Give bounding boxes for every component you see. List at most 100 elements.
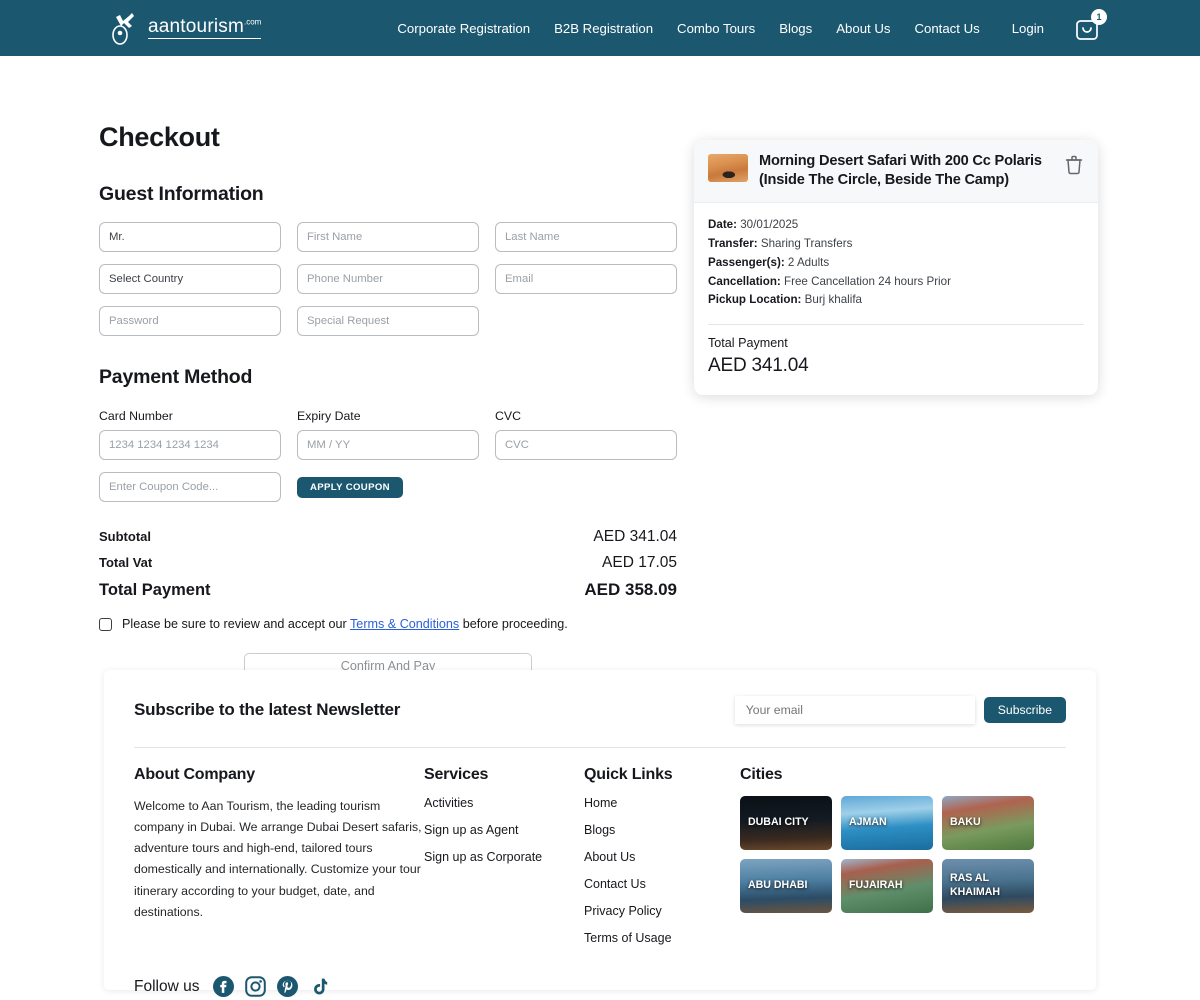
follow-us-section: Follow us — [134, 976, 1066, 997]
subtotal-value: AED 341.04 — [593, 528, 677, 545]
totals-row-total-payment: Total Payment AED 358.09 — [99, 580, 677, 600]
services-link-sign-up-as-corporate[interactable]: Sign up as Corporate — [424, 850, 584, 864]
booking-detail-cancellation: Cancellation: Free Cancellation 24 hours… — [708, 274, 951, 288]
cvc-label: CVC — [495, 409, 521, 423]
booking-total-label: Total Payment — [708, 336, 788, 351]
payment-field-labels: Card Number Expiry Date CVC — [99, 409, 679, 423]
footer-column-services: Services Activities Sign up as Agent Sig… — [424, 766, 584, 958]
city-label: AJMAN — [849, 816, 887, 829]
nav-item-combo-tours[interactable]: Combo Tours — [677, 21, 755, 36]
facebook-icon[interactable] — [213, 976, 235, 997]
site-logo[interactable]: aantourism.com — [110, 8, 262, 48]
instagram-icon[interactable] — [245, 976, 267, 997]
first-name-input[interactable]: First Name — [297, 222, 479, 252]
trash-icon — [1065, 155, 1083, 175]
footer-divider — [134, 747, 1066, 748]
title-select[interactable]: Mr. — [99, 222, 281, 252]
newsletter-email-input[interactable] — [734, 696, 975, 724]
city-tile-baku[interactable]: BAKU — [942, 796, 1034, 850]
subtotal-label: Subtotal — [99, 529, 151, 544]
cart-count-badge: 1 — [1091, 9, 1107, 25]
terms-text: Please be sure to review and accept our … — [122, 617, 568, 631]
booking-detail-pickup-location: Pickup Location: Burj khalifa — [708, 293, 862, 307]
services-link-sign-up-as-agent[interactable]: Sign up as Agent — [424, 823, 584, 837]
nav-item-corporate-registration[interactable]: Corporate Registration — [397, 21, 530, 36]
city-label: DUBAI CITY — [748, 816, 809, 829]
tiktok-icon[interactable] — [309, 976, 330, 997]
city-tile-dubai-city[interactable]: DUBAI CITY — [740, 796, 832, 850]
city-tile-ajman[interactable]: AJMAN — [841, 796, 933, 850]
terms-checkbox[interactable] — [99, 617, 112, 631]
quick-link-home[interactable]: Home — [584, 796, 740, 810]
pinterest-icon[interactable] — [277, 976, 299, 997]
cities-heading: Cities — [740, 766, 783, 783]
last-name-input[interactable]: Last Name — [495, 222, 677, 252]
city-tile-ras-al-khaimah[interactable]: RAS AL KHAIMAH — [942, 859, 1034, 913]
nav-item-contact-us[interactable]: Contact Us — [914, 21, 979, 36]
coupon-code-input[interactable]: Enter Coupon Code... — [99, 472, 281, 502]
totals-row-subtotal: Subtotal AED 341.04 — [99, 528, 677, 546]
apply-coupon-button[interactable]: APPLY COUPON — [297, 476, 403, 498]
services-link-activities[interactable]: Activities — [424, 796, 584, 810]
city-label: ABU DHABI — [748, 879, 808, 892]
payment-form: 1234 1234 1234 1234 MM / YY CVC — [99, 430, 679, 460]
nav-item-b2b-registration[interactable]: B2B Registration — [554, 21, 653, 36]
total-payment-value: AED 358.09 — [584, 580, 677, 599]
nav-item-about-us[interactable]: About Us — [836, 21, 890, 36]
quick-links-heading: Quick Links — [584, 766, 673, 783]
terms-and-conditions-link[interactable]: Terms & Conditions — [350, 617, 459, 631]
logo-wordmark: aantourism.com — [148, 16, 262, 39]
about-company-heading: About Company — [134, 766, 255, 783]
main-navigation: Corporate Registration B2B Registration … — [397, 9, 1107, 42]
newsletter-subscribe-button[interactable]: Subscribe — [983, 697, 1066, 723]
order-totals: Subtotal AED 341.04 Total Vat AED 17.05 … — [99, 528, 677, 600]
guest-information-heading: Guest Information — [99, 183, 264, 205]
cities-grid: DUBAI CITY AJMAN BAKU ABU DHABI FUJAIRAH… — [740, 796, 1066, 913]
total-vat-label: Total Vat — [99, 555, 153, 570]
booking-detail-date: Date: 30/01/2025 — [708, 218, 799, 232]
booking-summary-card: Morning Desert Safari With 200 Cc Polari… — [694, 140, 1098, 396]
quick-link-terms-of-usage[interactable]: Terms of Usage — [584, 931, 740, 945]
country-select[interactable]: Select Country — [99, 264, 281, 294]
quick-link-blogs[interactable]: Blogs — [584, 823, 740, 837]
booking-total-value: AED 341.04 — [708, 355, 809, 377]
booking-card-divider — [708, 324, 1084, 326]
login-link[interactable]: Login — [1012, 21, 1044, 36]
footer-column-quick-links: Quick Links Home Blogs About Us Contact … — [584, 766, 740, 958]
tour-title: Morning Desert Safari With 200 Cc Polari… — [759, 153, 1042, 188]
logo-mark-icon — [110, 10, 144, 46]
card-number-input[interactable]: 1234 1234 1234 1234 — [99, 430, 281, 460]
delete-booking-button[interactable] — [1062, 152, 1086, 176]
city-label: FUJAIRAH — [849, 879, 903, 892]
total-vat-value: AED 17.05 — [602, 554, 677, 571]
terms-suffix: before proceeding. — [462, 617, 568, 631]
guest-information-form: Mr. First Name Last Name Select Country … — [99, 222, 679, 336]
coupon-row: Enter Coupon Code... APPLY COUPON — [99, 472, 679, 502]
quick-link-privacy-policy[interactable]: Privacy Policy — [584, 904, 740, 918]
page-body: Checkout Guest Information Mr. First Nam… — [0, 56, 1200, 1000]
cart-button[interactable]: 1 — [1074, 9, 1107, 42]
quick-link-contact-us[interactable]: Contact Us — [584, 877, 740, 891]
cvc-input[interactable]: CVC — [495, 430, 677, 460]
newsletter-section: Subscribe to the latest Newsletter Subsc… — [134, 696, 1066, 724]
quick-link-about-us[interactable]: About Us — [584, 850, 740, 864]
page-title: Checkout — [99, 122, 220, 152]
email-input[interactable]: Email — [495, 264, 677, 294]
newsletter-heading: Subscribe to the latest Newsletter — [134, 700, 401, 719]
newsletter-form: Subscribe — [734, 696, 1066, 724]
tour-thumbnail-image — [708, 154, 748, 182]
follow-us-label: Follow us — [134, 977, 200, 995]
city-label: RAS AL KHAIMAH — [950, 872, 1001, 898]
site-header: aantourism.com Corporate Registration B2… — [0, 0, 1200, 56]
expiry-date-input[interactable]: MM / YY — [297, 430, 479, 460]
expiry-date-label: Expiry Date — [297, 409, 361, 423]
terms-prefix: Please be sure to review and accept our — [122, 617, 347, 631]
totals-row-vat: Total Vat AED 17.05 — [99, 554, 677, 572]
city-tile-fujairah[interactable]: FUJAIRAH — [841, 859, 933, 913]
city-tile-abu-dhabi[interactable]: ABU DHABI — [740, 859, 832, 913]
nav-item-blogs[interactable]: Blogs — [779, 21, 812, 36]
phone-number-input[interactable]: Phone Number — [297, 264, 479, 294]
special-request-input[interactable]: Special Request — [297, 306, 479, 336]
terms-acceptance-row: Please be sure to review and accept our … — [99, 617, 679, 631]
password-input[interactable]: Password — [99, 306, 281, 336]
